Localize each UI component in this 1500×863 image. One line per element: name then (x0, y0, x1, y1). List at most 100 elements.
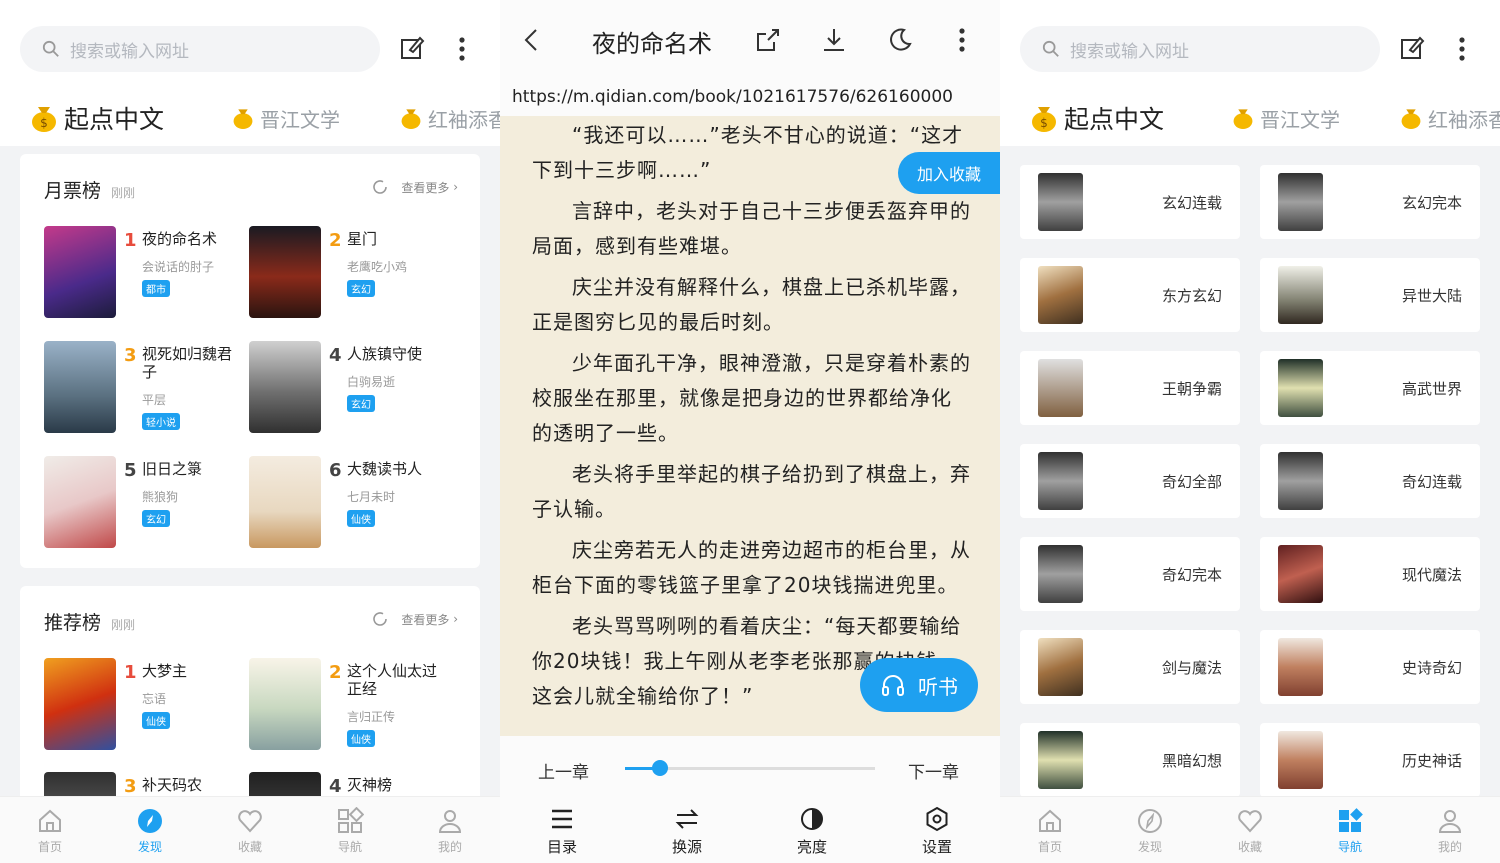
edit-icon[interactable] (1398, 34, 1426, 62)
book-title: 人族镇守使 (347, 345, 423, 363)
nav-discover[interactable]: 发现 (120, 807, 180, 855)
settings-button[interactable]: 设置 (907, 806, 967, 857)
card-title: 推荐榜 刚刚 (44, 612, 136, 634)
prev-chapter-button[interactable]: 上一章 (538, 758, 589, 783)
listen-button[interactable]: 听书 (860, 658, 978, 712)
nav-discover[interactable]: 发现 (1120, 807, 1180, 855)
category-card[interactable]: 黑暗幻想 (1020, 723, 1240, 797)
view-more-button[interactable]: 查看更多 › (371, 178, 458, 196)
genre-tag: 仙侠 (347, 510, 375, 527)
list-item[interactable]: 1 夜的命名术 会说话的肘子 都市 (44, 226, 244, 326)
book-author: 白驹易逝 (347, 375, 396, 389)
category-card[interactable]: 高武世界 (1260, 351, 1480, 425)
category-card[interactable]: 玄幻完本 (1260, 165, 1480, 239)
category-thumbnail (1038, 545, 1083, 603)
grid-icon (338, 807, 364, 833)
list-item[interactable]: 3 视死如归魏君子 平层 轻小说 (44, 341, 244, 441)
moneybag-icon (1233, 109, 1253, 129)
category-card[interactable]: 奇幻连载 (1260, 444, 1480, 518)
list-item[interactable]: 4 人族镇守使 白驹易逝 玄幻 (249, 341, 449, 441)
category-card[interactable]: 玄幻连载 (1020, 165, 1240, 239)
list-item[interactable]: 2 星门 老鹰吃小鸡 玄幻 (249, 226, 449, 326)
search-input[interactable]: 搜索或输入网址 (20, 26, 380, 72)
chapter-progress-slider[interactable] (625, 760, 875, 776)
rank-number: 2 (329, 662, 342, 683)
book-cover (44, 341, 116, 433)
slider-handle[interactable] (652, 760, 668, 776)
category-card[interactable]: 东方玄幻 (1020, 258, 1240, 332)
source-tab-qidian[interactable]: $ 起点中文 (30, 96, 164, 140)
refresh-icon[interactable] (371, 178, 389, 196)
gear-icon (926, 806, 948, 832)
category-card[interactable]: 剑与魔法 (1020, 630, 1240, 704)
view-more-button[interactable]: 查看更多 › (371, 610, 458, 628)
nav-navigation[interactable]: 导航 (320, 807, 380, 855)
source-tab-hongxiu[interactable]: 红袖添香 (1400, 96, 1500, 140)
book-cover (249, 226, 321, 318)
user-icon (438, 810, 462, 833)
toc-button[interactable]: 目录 (532, 806, 592, 857)
next-chapter-button[interactable]: 下一章 (908, 758, 959, 783)
nav-mine[interactable]: 我的 (1420, 807, 1480, 855)
more-icon[interactable] (952, 26, 972, 54)
genre-tag: 玄幻 (347, 280, 375, 297)
category-label: 高武世界 (1401, 380, 1462, 398)
list-item[interactable]: 6 大魏读书人 七月未时 仙侠 (249, 456, 449, 556)
search-input[interactable]: 搜索或输入网址 (1020, 26, 1380, 72)
book-author: 会说话的肘子 (142, 260, 215, 274)
category-label: 奇幻连载 (1401, 473, 1462, 491)
download-icon[interactable] (820, 26, 848, 54)
search-placeholder: 搜索或输入网址 (70, 41, 189, 62)
category-thumbnail (1278, 266, 1323, 324)
list-item[interactable]: 1 大梦主 忘语 仙侠 (44, 658, 244, 758)
nav-home[interactable]: 首页 (20, 807, 80, 855)
source-label: 起点中文 (1064, 105, 1165, 134)
genre-tag: 轻小说 (142, 413, 180, 430)
book-title: 这个人仙太过正经 (347, 662, 438, 698)
list-item[interactable]: 2 这个人仙太过正经 言归正传 仙侠 (249, 658, 449, 758)
category-card[interactable]: 历史神话 (1260, 723, 1480, 797)
more-icon[interactable] (452, 35, 472, 63)
category-thumbnail (1038, 173, 1083, 231)
source-tab-jinjiang[interactable]: 晋江文学 (232, 96, 340, 140)
category-thumbnail (1038, 731, 1083, 789)
source-label: 晋江文学 (1260, 107, 1340, 132)
category-label: 史诗奇幻 (1401, 659, 1462, 677)
nav-favorites[interactable]: 收藏 (1220, 807, 1280, 855)
chapter-url[interactable]: https://m.qidian.com/book/1021617576/626… (500, 78, 1000, 116)
share-icon[interactable] (754, 26, 782, 54)
category-card[interactable]: 现代魔法 (1260, 537, 1480, 611)
nav-navigation[interactable]: 导航 (1320, 807, 1380, 855)
source-tab-qidian[interactable]: $ 起点中文 (1030, 96, 1164, 140)
category-card[interactable]: 史诗奇幻 (1260, 630, 1480, 704)
moneybag-icon: $ (1032, 107, 1056, 132)
source-tab-hongxiu[interactable]: 红袖添香 (400, 96, 500, 140)
list-item[interactable]: 5 旧日之箓 熊狼狗 玄幻 (44, 456, 244, 556)
category-card[interactable]: 异世大陆 (1260, 258, 1480, 332)
rank-number: 4 (329, 345, 342, 366)
refresh-icon[interactable] (371, 610, 389, 628)
category-card[interactable]: 王朝争霸 (1020, 351, 1240, 425)
category-label: 王朝争霸 (1161, 380, 1222, 398)
add-to-bookshelf-button[interactable]: 加入收藏 (898, 152, 1000, 194)
switch-source-button[interactable]: 换源 (657, 806, 717, 857)
back-icon[interactable] (518, 26, 546, 54)
category-card[interactable]: 奇幻全部 (1020, 444, 1240, 518)
home-icon (39, 809, 61, 832)
nav-home[interactable]: 首页 (1020, 807, 1080, 855)
paragraph: 老头将手里举起的棋子给扔到了棋盘上，弃子认输。 (532, 462, 971, 521)
nav-mine[interactable]: 我的 (420, 807, 480, 855)
moon-icon[interactable] (886, 26, 914, 54)
grid-icon (1339, 808, 1363, 832)
category-card[interactable]: 奇幻完本 (1020, 537, 1240, 611)
category-thumbnail (1278, 359, 1323, 417)
paragraph: 言辞中，老头对于自己十三步便丢盔弃甲的局面，感到有些难堪。 (532, 199, 971, 258)
source-tab-jinjiang[interactable]: 晋江文学 (1232, 96, 1340, 140)
genre-tag: 仙侠 (347, 730, 375, 747)
nav-favorites[interactable]: 收藏 (220, 807, 280, 855)
brightness-button[interactable]: 亮度 (782, 806, 842, 857)
compass-icon (1138, 809, 1162, 833)
monthly-ticket-card: 月票榜 刚刚 查看更多 › 1 夜的命名术 会说话的肘子 都市 2 星门 老鹰吃小… (20, 154, 480, 568)
more-icon[interactable] (1452, 35, 1472, 63)
edit-icon[interactable] (398, 34, 426, 62)
